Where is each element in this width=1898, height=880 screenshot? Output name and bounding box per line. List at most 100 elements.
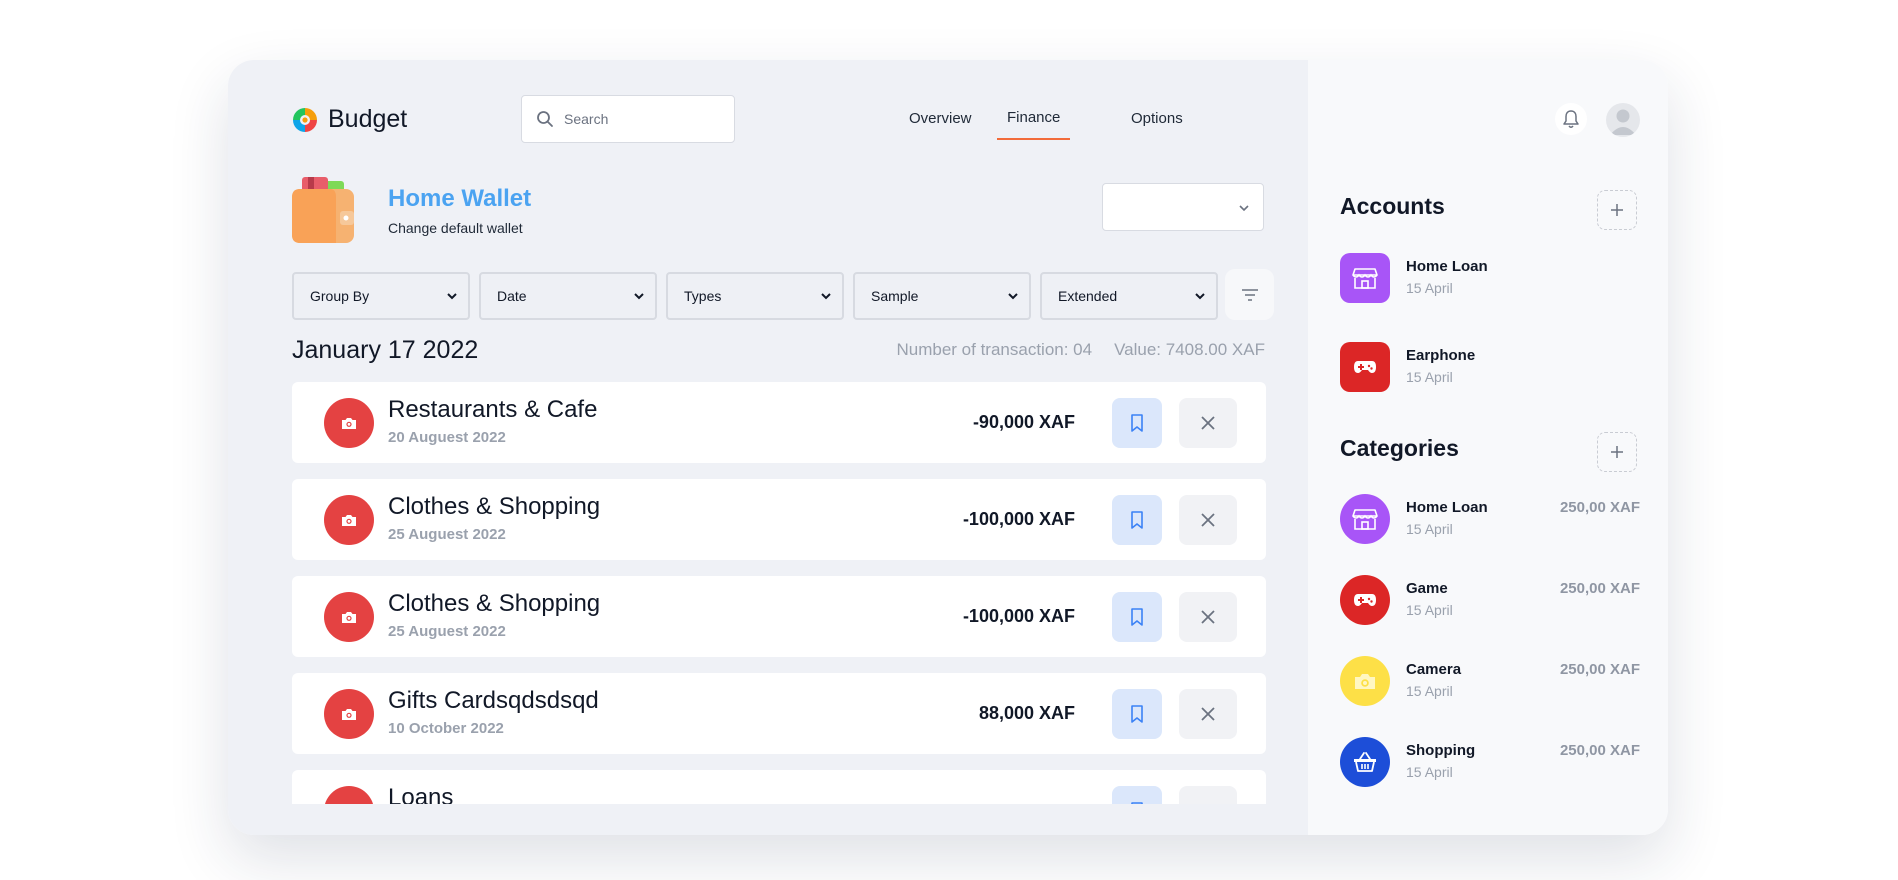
wallet-subtitle[interactable]: Change default wallet [388, 220, 523, 236]
delete-button[interactable] [1179, 786, 1237, 804]
camera-icon [324, 689, 374, 739]
chevron-down-icon [634, 293, 644, 300]
account-name: Home Loan [1406, 258, 1488, 275]
category-date: 15 April [1406, 683, 1453, 699]
close-icon [1201, 513, 1215, 527]
transaction-date: 10 October 2022 [388, 720, 504, 737]
wallet-select[interactable] [1102, 183, 1264, 231]
nav-options[interactable]: Options [1131, 110, 1183, 127]
avatar[interactable] [1606, 103, 1640, 137]
delete-button[interactable] [1179, 398, 1237, 448]
filter-label: Group By [310, 288, 370, 304]
filter-settings-button[interactable] [1225, 269, 1274, 320]
delete-button[interactable] [1179, 495, 1237, 545]
chevron-down-icon [1239, 205, 1249, 212]
transaction-list[interactable]: Restaurants & Cafe 20 Auguest 2022 -90,0… [292, 382, 1266, 804]
chevron-down-icon [1008, 293, 1018, 300]
camera-icon [324, 592, 374, 642]
camera-icon [324, 786, 374, 804]
add-category-button[interactable] [1597, 432, 1637, 472]
filter-extended[interactable]: Extended [1040, 272, 1218, 320]
close-icon [1200, 803, 1216, 804]
store-icon [1340, 494, 1390, 544]
transaction-amount: -100,000 XAF [962, 509, 1075, 529]
bookmark-button[interactable] [1112, 398, 1162, 448]
category-item[interactable]: Camera 15 April 250,00 XAF [1340, 656, 1640, 706]
delete-button[interactable] [1179, 592, 1237, 642]
transaction-row[interactable]: Clothes & Shopping 25 Auguest 2022 -100,… [292, 479, 1266, 560]
chevron-down-icon [821, 293, 831, 300]
transaction-amount: -100,000 XAF [962, 606, 1075, 626]
transaction-row[interactable]: Restaurants & Cafe 20 Auguest 2022 -90,0… [292, 382, 1266, 463]
category-item[interactable]: Shopping 15 April 250,00 XAF [1340, 737, 1640, 787]
nav-overview[interactable]: Overview [909, 110, 972, 127]
bookmark-button[interactable] [1112, 689, 1162, 739]
transaction-amount: -90,000 XAF [972, 412, 1075, 432]
add-account-button[interactable] [1597, 190, 1637, 230]
camera-icon [324, 495, 374, 545]
transaction-value: Value: 7408.00 XAF [1114, 340, 1265, 359]
bookmark-button[interactable] [1112, 592, 1162, 642]
bookmark-button[interactable] [1112, 786, 1162, 804]
app-window: Budget Overview Finance Options Home Wal… [228, 60, 1668, 835]
category-date: 15 April [1406, 764, 1453, 780]
transaction-row[interactable]: Gifts Cardsqdsdsqd 10 October 2022 88,00… [292, 673, 1266, 754]
category-amount: 250,00 XAF [1559, 742, 1640, 759]
filter-label: Extended [1058, 288, 1118, 304]
account-item[interactable]: Earphone 15 April [1340, 342, 1640, 392]
category-amount: 250,00 XAF [1559, 499, 1640, 516]
wallet-title[interactable]: Home Wallet [388, 185, 531, 213]
account-date: 15 April [1406, 369, 1453, 385]
filter-label: Date [497, 288, 527, 304]
notifications-button[interactable] [1555, 103, 1587, 135]
category-amount: 250,00 XAF [1559, 661, 1640, 678]
account-item[interactable]: Home Loan 15 April [1340, 253, 1640, 303]
user-avatar-icon [1610, 109, 1636, 135]
transaction-date: 25 Auguest 2022 [388, 526, 506, 543]
plus-icon [1611, 204, 1623, 216]
category-date: 15 April [1406, 602, 1453, 618]
right-sidebar: Accounts Home Loan 15 April Earphone 15 … [1308, 60, 1668, 835]
store-icon [1340, 253, 1390, 303]
filter-group-by[interactable]: Group By [292, 272, 470, 320]
brand[interactable]: Budget [292, 105, 407, 134]
transaction-row[interactable]: Loans [292, 770, 1266, 804]
close-icon [1201, 416, 1215, 430]
bookmark-icon [1131, 414, 1143, 432]
transaction-name: Restaurants & Cafe [388, 396, 598, 423]
brand-logo-icon [293, 107, 317, 132]
date-heading: January 17 2022 [292, 336, 479, 364]
transaction-amount: 88,000 XAF [978, 703, 1075, 723]
nav-finance[interactable]: Finance [997, 109, 1071, 140]
filter-bar: Group By Date Types Sample Extended [292, 272, 1227, 320]
transaction-row[interactable]: Clothes & Shopping 25 Auguest 2022 -100,… [292, 576, 1266, 657]
filter-sample[interactable]: Sample [853, 272, 1031, 320]
gamepad-icon [1340, 342, 1390, 392]
filter-label: Types [684, 288, 722, 304]
delete-button[interactable] [1179, 689, 1237, 739]
filter-label: Sample [871, 288, 919, 304]
category-name: Camera [1406, 661, 1462, 678]
categories-title: Categories [1340, 435, 1459, 461]
plus-icon [1611, 446, 1623, 458]
filter-types[interactable]: Types [666, 272, 844, 320]
transaction-summary: Number of transaction: 04 Value: 7408.00 … [896, 340, 1265, 360]
filter-date[interactable]: Date [479, 272, 657, 320]
bookmark-icon [1131, 511, 1143, 529]
category-item[interactable]: Home Loan 15 April 250,00 XAF [1340, 494, 1640, 544]
search-box[interactable] [521, 95, 735, 143]
wallet-icon [292, 177, 354, 243]
transaction-name: Loans [388, 784, 454, 804]
camera-icon [324, 398, 374, 448]
bookmark-button[interactable] [1112, 495, 1162, 545]
search-input[interactable] [564, 111, 724, 127]
brand-name: Budget [328, 105, 408, 133]
category-item[interactable]: Game 15 April 250,00 XAF [1340, 575, 1640, 625]
transaction-count: Number of transaction: 04 [896, 340, 1093, 359]
account-date: 15 April [1406, 280, 1453, 296]
close-icon [1201, 610, 1215, 624]
bookmark-icon [1131, 802, 1143, 804]
category-amount: 250,00 XAF [1559, 580, 1640, 597]
transaction-name: Gifts Cardsqdsdsqd [388, 687, 599, 714]
gamepad-icon [1340, 575, 1390, 625]
